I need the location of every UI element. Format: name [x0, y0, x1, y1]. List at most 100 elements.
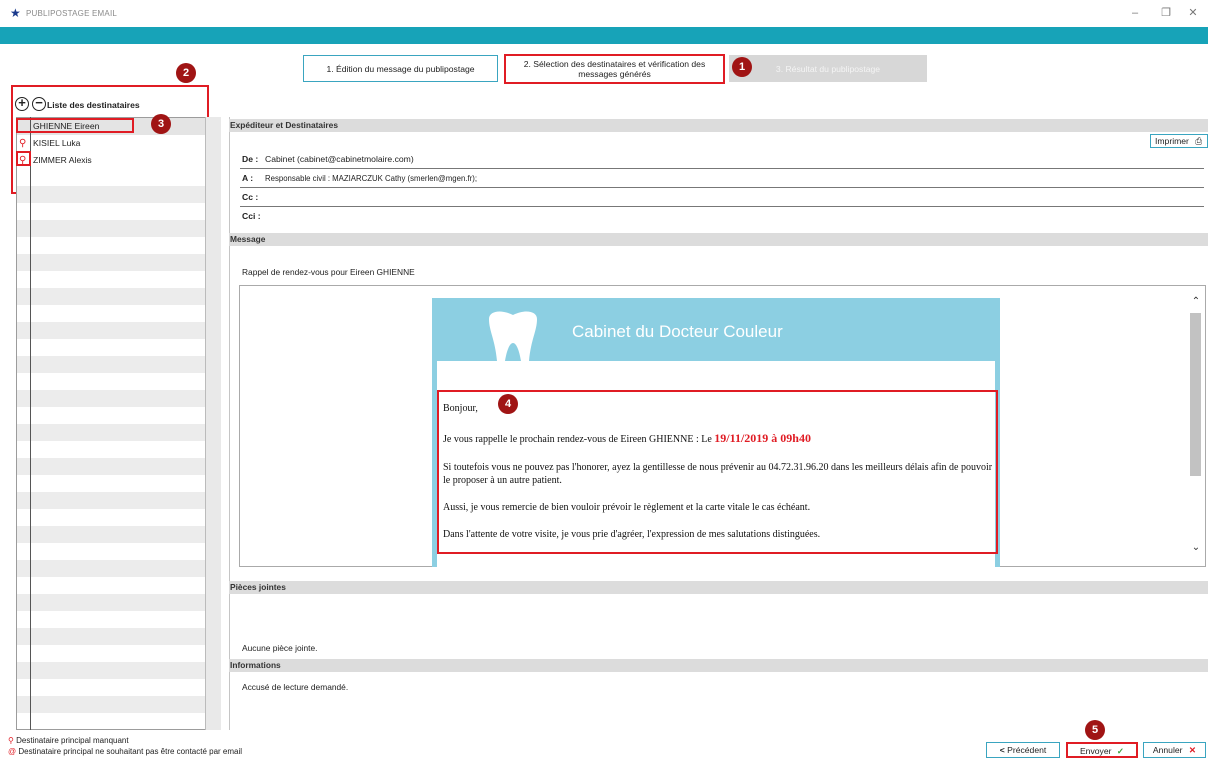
list-column-divider — [30, 117, 31, 730]
recipients-title: Liste des destinataires — [47, 100, 140, 110]
person-icon: ⚲ — [8, 736, 14, 745]
divider — [240, 168, 1204, 169]
empty-list-row — [17, 237, 206, 254]
app-star-icon: ★ — [10, 6, 21, 20]
from-label: De : — [242, 154, 259, 164]
chevron-up-icon[interactable]: ⌃ — [1188, 296, 1204, 307]
recipient-name: ZIMMER Alexis — [33, 155, 92, 165]
clinic-name: Cabinet du Docteur Couleur — [572, 322, 783, 341]
attachments-section-header: Pièces jointes — [229, 581, 1208, 594]
empty-list-row — [17, 679, 206, 696]
message-section-header: Message — [229, 233, 1208, 246]
empty-list-row — [17, 186, 206, 203]
callout-badge-3: 3 — [151, 114, 171, 134]
person-icon-highlight — [16, 151, 31, 166]
list-scrollbar[interactable] — [205, 117, 221, 730]
minus-circle-icon[interactable]: − — [32, 96, 46, 111]
tooth-logo-icon — [489, 311, 537, 361]
empty-list-row — [17, 339, 206, 356]
empty-list-row — [17, 373, 206, 390]
maximize-button[interactable]: ❐ — [1151, 4, 1181, 22]
message-body-highlight — [437, 390, 998, 554]
empty-list-row — [17, 577, 206, 594]
empty-list-row — [17, 441, 206, 458]
bcc-label: Cci : — [242, 211, 261, 221]
message-subject: Rappel de rendez-vous pour Eireen GHIENN… — [242, 267, 415, 277]
callout-badge-1: 1 — [732, 57, 752, 77]
empty-list-row — [17, 220, 206, 237]
cancel-label: Annuler — [1152, 745, 1183, 755]
info-text: Accusé de lecture demandé. — [242, 682, 349, 692]
close-button[interactable]: ✕ — [1178, 4, 1208, 22]
divider — [240, 206, 1204, 207]
empty-list-row — [17, 322, 206, 339]
empty-list-row — [17, 509, 206, 526]
empty-list-row — [17, 390, 206, 407]
empty-list-row — [17, 305, 206, 322]
callout-badge-5: 5 — [1085, 720, 1105, 740]
empty-list-row — [17, 492, 206, 509]
empty-list-row — [17, 169, 206, 186]
attachments-empty-text: Aucune pièce jointe. — [242, 643, 318, 653]
info-section-header: Informations — [229, 659, 1208, 672]
person-icon: ⚲ — [19, 138, 27, 149]
empty-list-row — [17, 475, 206, 492]
empty-list-row — [17, 696, 206, 713]
empty-list-row — [17, 271, 206, 288]
recipient-name: KISIEL Luka — [33, 138, 81, 148]
empty-list-row — [17, 611, 206, 628]
chevron-down-icon[interactable]: ⌄ — [1188, 542, 1204, 553]
window-title: PUBLIPOSTAGE EMAIL — [26, 9, 118, 18]
empty-list-row — [17, 526, 206, 543]
callout-badge-4: 4 — [498, 394, 518, 414]
step-2-tab[interactable]: 2. Sélection des destinataires et vérifi… — [504, 54, 725, 84]
list-item[interactable]: ⚲ ZIMMER Alexis — [17, 152, 206, 169]
printer-icon: ⎙ — [1195, 136, 1203, 146]
selected-recipient-highlight — [16, 118, 134, 133]
callout-badge-2: 2 — [176, 63, 196, 83]
send-label: Envoyer — [1079, 746, 1112, 756]
legend-missing: ⚲ Destinataire principal manquant — [8, 736, 129, 745]
previous-button[interactable]: < Précédent — [986, 742, 1060, 758]
empty-list-row — [17, 254, 206, 271]
empty-list-row — [17, 543, 206, 560]
cc-label: Cc : — [242, 192, 259, 202]
send-button[interactable]: Envoyer ✓ — [1066, 742, 1138, 758]
plus-circle-icon[interactable]: + — [15, 96, 29, 111]
sender-section-header: Expéditeur et Destinataires — [229, 119, 1208, 132]
minimize-button[interactable]: – — [1120, 4, 1150, 22]
empty-list-row — [17, 356, 206, 373]
empty-list-row — [17, 662, 206, 679]
empty-list-row — [17, 203, 206, 220]
empty-list-row — [17, 458, 206, 475]
recipients-list[interactable]: GHIENNE Eireen ⚲ KISIEL Luka ⚲ ZIMMER Al… — [16, 117, 221, 730]
empty-list-row — [17, 645, 206, 662]
print-button[interactable]: Imprimer ⎙ — [1150, 134, 1208, 148]
empty-list-row — [17, 424, 206, 441]
empty-list-row — [17, 407, 206, 424]
header-band — [0, 27, 1208, 44]
previous-label: Précédent — [1007, 745, 1047, 755]
legend-no-email-label: Destinataire principal ne souhaitant pas… — [18, 747, 243, 756]
legend-missing-label: Destinataire principal manquant — [16, 736, 129, 745]
title-bar: ★ PUBLIPOSTAGE EMAIL – ❐ ✕ — [0, 0, 1208, 27]
chevron-left-icon: < — [999, 745, 1005, 755]
to-label: A : — [242, 173, 254, 183]
from-value: Cabinet (cabinet@cabinetmolaire.com) — [265, 154, 414, 164]
preview-scroll-thumb[interactable] — [1190, 313, 1201, 476]
close-x-icon: ✕ — [1188, 745, 1197, 755]
to-value: Responsable civil : MAZIARCZUK Cathy (sm… — [265, 174, 477, 183]
check-icon: ✓ — [1116, 746, 1125, 756]
preview-scrollbar[interactable]: ⌃ ⌄ — [1188, 296, 1204, 560]
empty-list-row — [17, 628, 206, 645]
print-label: Imprimer — [1155, 136, 1189, 146]
at-sign-icon: @ — [8, 747, 17, 756]
divider — [240, 187, 1204, 188]
cancel-button[interactable]: Annuler ✕ — [1143, 742, 1206, 758]
step-1-tab[interactable]: 1. Édition du message du publipostage — [303, 55, 498, 82]
list-item[interactable]: ⚲ KISIEL Luka — [17, 135, 206, 152]
step-3-tab: 3. Résultat du publipostage — [729, 55, 927, 82]
empty-list-row — [17, 560, 206, 577]
empty-list-row — [17, 288, 206, 305]
legend-no-email: @ Destinataire principal ne souhaitant p… — [8, 747, 242, 756]
